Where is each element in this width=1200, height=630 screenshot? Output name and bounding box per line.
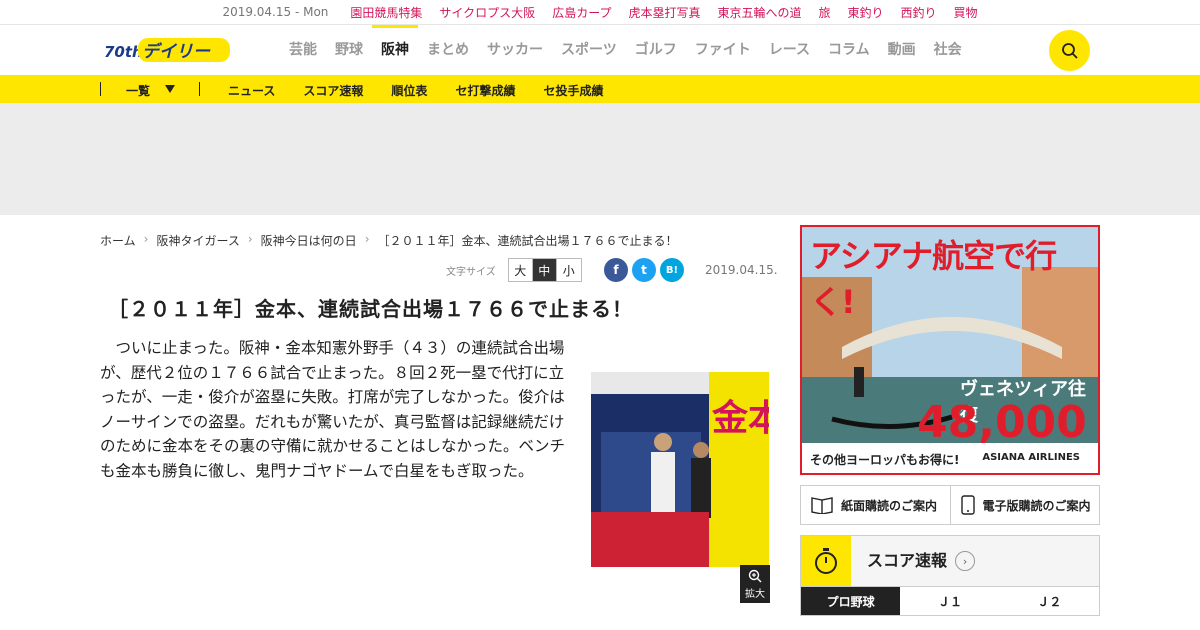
ad-footer: その他ヨーロッパもお得に! ASIANA AIRLINES	[802, 443, 1098, 473]
subscribe-box: 紙面購読のご案内 電子版購読のご案内	[800, 485, 1100, 525]
nav-item-column[interactable]: コラム	[819, 25, 879, 75]
top-link[interactable]: 広島カープ	[552, 4, 611, 21]
font-size-small[interactable]: 小	[557, 259, 581, 281]
article-date: 2019.04.15.	[705, 263, 778, 277]
top-links: 園田競馬特集 サイクロプス大阪 広島カープ 虎本塁打写真 東京五輪への道 旅 東…	[350, 4, 977, 21]
side-advertisement[interactable]: アシアナ航空で行く! ヴェネツィア往復 48,000円～ その他ヨーロッパもお得…	[800, 225, 1100, 475]
current-date: 2019.04.15 - Mon	[222, 5, 329, 19]
nav-item-yakyu[interactable]: 野球	[326, 25, 372, 75]
breadcrumb-today[interactable]: 阪神今日は何の日	[261, 232, 357, 249]
daily-logo[interactable]: 70th デイリー	[104, 36, 234, 64]
chevron-right-icon: ›	[364, 232, 370, 246]
font-size-large[interactable]: 大	[509, 259, 533, 281]
score-header: スコア速報 ›	[800, 535, 1100, 587]
tab-j1[interactable]: Ｊ１	[900, 587, 999, 615]
twitter-icon[interactable]: t	[632, 258, 656, 282]
tab-j2[interactable]: Ｊ２	[1000, 587, 1099, 615]
nav-item-matome[interactable]: まとめ	[418, 25, 478, 75]
font-size-label: 文字サイズ	[446, 266, 496, 278]
breadcrumb: ホーム › 阪神タイガース › 阪神今日は何の日 › ［２０１１年］金本、連続試…	[100, 232, 678, 249]
sub-nav-links: ニュース スコア速報 順位表 セ打撃成績 セ投手成績	[228, 82, 603, 99]
sub-nav-batting[interactable]: セ打撃成績	[455, 82, 515, 99]
book-icon	[811, 497, 833, 514]
top-link[interactable]: 東京五輪への道	[717, 4, 801, 21]
sub-nav-news[interactable]: ニュース	[228, 82, 275, 99]
ad-banner-placeholder	[0, 103, 1200, 215]
stopwatch-icon	[815, 548, 837, 574]
ad-brand: ASIANA AIRLINES	[982, 452, 1080, 463]
triangle-down-icon[interactable]	[165, 85, 175, 93]
breadcrumb-tigers[interactable]: 阪神タイガース	[156, 232, 239, 249]
divider	[100, 82, 101, 96]
search-icon	[1061, 42, 1078, 59]
social-share: f t B!	[604, 258, 684, 282]
divider	[199, 82, 200, 96]
zoom-in-icon	[748, 569, 762, 582]
paper-subscribe-button[interactable]: 紙面購読のご案内	[801, 486, 951, 524]
font-size-tools: 文字サイズ 大 中 小	[446, 258, 582, 282]
nav-item-douga[interactable]: 動画	[879, 25, 925, 75]
zoom-button[interactable]: 拡大	[740, 565, 770, 603]
font-size-switcher: 大 中 小	[507, 258, 582, 282]
smartphone-icon	[960, 495, 975, 515]
nav-item-hanshin[interactable]: 阪神	[372, 25, 418, 75]
nav-item-golf[interactable]: ゴルフ	[626, 25, 686, 75]
breadcrumb-current: ［２０１１年］金本、連続試合出場１７６６で止まる！	[377, 234, 678, 248]
score-title: スコア速報	[867, 551, 948, 570]
article-title: ［２０１１年］金本、連続試合出場１７６６で止まる！	[108, 297, 633, 321]
site-header: 70th デイリー 芸能 野球 阪神 まとめ サッカー スポーツ ゴルフ ファイ…	[0, 25, 1200, 75]
top-link[interactable]: 東釣り	[848, 4, 884, 21]
zoom-label: 拡大	[745, 588, 765, 600]
chevron-right-icon[interactable]: ›	[955, 551, 976, 571]
top-bar: 2019.04.15 - Mon 園田競馬特集 サイクロプス大阪 広島カープ 虎…	[0, 0, 1200, 25]
sub-nav-pitching[interactable]: セ投手成績	[543, 82, 603, 99]
font-size-medium[interactable]: 中	[532, 259, 557, 281]
tab-pro-baseball[interactable]: プロ野球	[801, 587, 901, 615]
svg-text:デイリー: デイリー	[142, 42, 211, 62]
newspaper-image: 金本	[591, 372, 769, 567]
sub-nav-score[interactable]: スコア速報	[303, 82, 363, 99]
nav-item-sports[interactable]: スポーツ	[552, 25, 626, 75]
nav-item-shakai[interactable]: 社会	[925, 25, 971, 75]
photo-headline: 金本	[711, 397, 769, 439]
nav-item-geinou[interactable]: 芸能	[280, 25, 326, 75]
svg-text:70th: 70th	[104, 43, 143, 61]
facebook-icon[interactable]: f	[604, 258, 628, 282]
top-link[interactable]: 旅	[819, 4, 831, 21]
ad-headline: アシアナ航空で行く!	[810, 237, 1057, 321]
score-tabs: プロ野球 Ｊ１ Ｊ２	[800, 586, 1100, 616]
chevron-right-icon: ›	[143, 232, 149, 246]
main-nav: 芸能 野球 阪神 まとめ サッカー スポーツ ゴルフ ファイト レース コラム …	[280, 25, 971, 75]
hatena-icon[interactable]: B!	[660, 258, 684, 282]
sub-nav-standings[interactable]: 順位表	[391, 82, 427, 99]
digital-subscribe-label: 電子版購読のご案内	[982, 498, 1091, 513]
ichiran-dropdown[interactable]: 一覧	[126, 82, 150, 99]
nav-item-soccer[interactable]: サッカー	[478, 25, 552, 75]
nav-item-fight[interactable]: ファイト	[686, 25, 760, 75]
top-link[interactable]: サイクロプス大阪	[439, 4, 535, 21]
paper-subscribe-label: 紙面購読のご案内	[841, 498, 938, 513]
search-button[interactable]	[1049, 30, 1090, 71]
article-body: ついに止まった。阪神・金本知憲外野手（４３）の連続試合出場が、歴代２位の１７６６…	[100, 339, 566, 480]
newspaper-photo[interactable]: 金本	[591, 372, 769, 567]
top-link[interactable]: 園田競馬特集	[350, 4, 422, 21]
score-icon-box	[801, 536, 851, 586]
digital-subscribe-button[interactable]: 電子版購読のご案内	[951, 486, 1100, 524]
ad-footer-note: その他ヨーロッパもお得に!	[810, 453, 960, 467]
top-link[interactable]: 西釣り	[901, 4, 937, 21]
chevron-right-icon: ›	[247, 232, 253, 246]
top-link[interactable]: 虎本塁打写真	[628, 4, 700, 21]
top-link[interactable]: 買物	[954, 4, 978, 21]
breadcrumb-home[interactable]: ホーム	[100, 232, 136, 249]
sub-nav: 一覧 ニュース スコア速報 順位表 セ打撃成績 セ投手成績	[0, 75, 1200, 103]
nav-item-race[interactable]: レース	[760, 25, 819, 75]
